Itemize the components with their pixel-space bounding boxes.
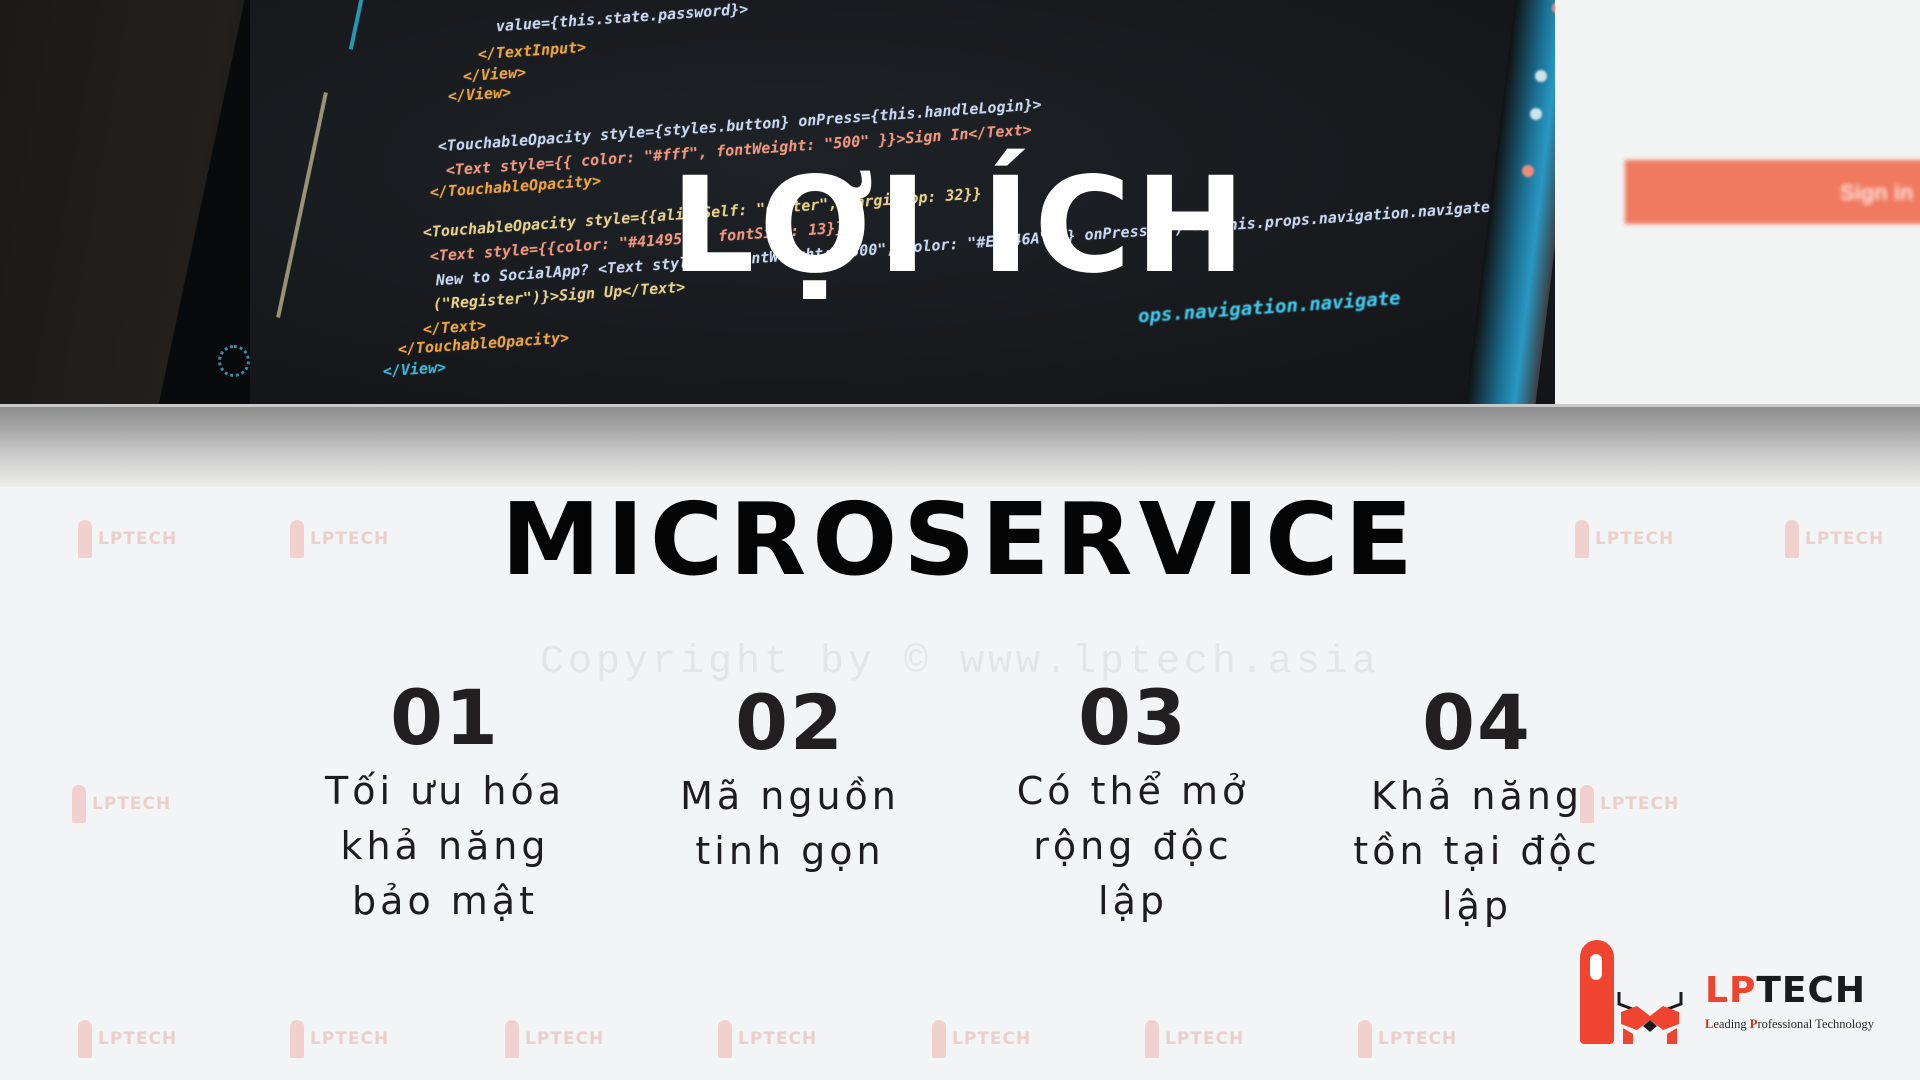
benefit-number: 02: [735, 678, 845, 767]
watermark-text: LPTECH: [738, 1029, 818, 1049]
watermark-logo: LPTECH: [1358, 1020, 1457, 1058]
benefit-item: 01 Tối ưu hóa khả năng bảo mật: [295, 680, 595, 929]
benefit-line: tồn tại độc: [1353, 829, 1601, 873]
benefit-item: 04 Khả năng tồn tại độc lập: [1327, 685, 1627, 934]
benefit-line: bảo mật: [352, 879, 538, 923]
watermark-text: LPTECH: [310, 1029, 390, 1049]
watermark-mark-icon: [1145, 1020, 1159, 1058]
main-title: MICROSERVICE: [501, 481, 1419, 598]
fox-mascot-icon: [1617, 992, 1683, 1044]
benefit-line: lập: [1442, 884, 1512, 928]
watermark-mark-icon: [290, 1020, 304, 1058]
logo-wordmark-lp: LP: [1705, 970, 1757, 1011]
benefit-line: tinh gọn: [695, 829, 885, 873]
benefit-line: rộng độc: [1033, 824, 1233, 868]
watermark-mark-icon: [718, 1020, 732, 1058]
benefit-line: Khả năng: [1371, 774, 1583, 818]
benefit-description: Mã nguồn tinh gọn: [640, 769, 940, 879]
benefit-line: Có thể mở: [1016, 769, 1250, 813]
benefit-description: Có thể mở rộng độc lập: [983, 764, 1283, 929]
logo-wordmark-tech: TECH: [1756, 970, 1867, 1011]
watermark-text: LPTECH: [1165, 1029, 1245, 1049]
benefit-item: 03 Có thể mở rộng độc lập: [983, 680, 1283, 929]
watermark-logo: LPTECH: [78, 1020, 177, 1058]
benefit-line: lập: [1098, 879, 1168, 923]
watermark-text: LPTECH: [98, 1029, 178, 1049]
tagline-part: eading: [1713, 1017, 1750, 1031]
benefit-item: 02 Mã nguồn tinh gọn: [640, 685, 940, 879]
watermark-text: LPTECH: [525, 1029, 605, 1049]
tagline-part: rofessional Technology: [1757, 1017, 1875, 1031]
benefit-number: 04: [1422, 678, 1532, 767]
watermark-logo: LPTECH: [290, 1020, 389, 1058]
status-dot: [1535, 70, 1547, 82]
watermark-mark-icon: [932, 1020, 946, 1058]
logo-pill-icon: [1580, 940, 1614, 1044]
watermark-text: LPTECH: [952, 1029, 1032, 1049]
benefit-line: Mã nguồn: [680, 774, 900, 818]
logo-wordmark: LPTECH: [1705, 973, 1866, 1009]
watermark-logo: LPTECH: [718, 1020, 817, 1058]
hero-photo: value={this.state.password}> </TextInput…: [0, 0, 1920, 407]
logo-tagline: Leading Professional Technology: [1705, 1017, 1874, 1032]
benefit-description: Khả năng tồn tại độc lập: [1327, 769, 1627, 934]
benefits-list: 01 Tối ưu hóa khả năng bảo mật 02 Mã ngu…: [0, 680, 1920, 950]
watermark-logo: LPTECH: [932, 1020, 1031, 1058]
benefit-number: 01: [390, 673, 500, 762]
status-dot: [1530, 108, 1542, 120]
benefit-line: khả năng: [340, 824, 550, 868]
benefit-number: 03: [1078, 673, 1188, 762]
copyright-watermark: Copyright by © www.lptech.asia: [539, 640, 1381, 685]
lptech-logo: LPTECH Leading Professional Technology: [1575, 935, 1905, 1050]
benefit-line: Tối ưu hóa: [325, 769, 565, 813]
code-text: </View>: [382, 358, 447, 381]
watermark-text: LPTECH: [1378, 1029, 1458, 1049]
watermark-mark-icon: [1358, 1020, 1372, 1058]
benefit-description: Tối ưu hóa khả năng bảo mật: [295, 764, 595, 929]
watermark-mark-icon: [505, 1020, 519, 1058]
watermark-logo: LPTECH: [1145, 1020, 1244, 1058]
watermark-mark-icon: [78, 1020, 92, 1058]
code-text: </View>: [447, 83, 512, 106]
hero-title: LỢI ÍCH: [670, 149, 1250, 303]
watermark-logo: LPTECH: [505, 1020, 604, 1058]
code-line: </View>: [345, 340, 448, 401]
gear-icon: [218, 345, 250, 377]
divider-shadow: [0, 404, 1920, 487]
